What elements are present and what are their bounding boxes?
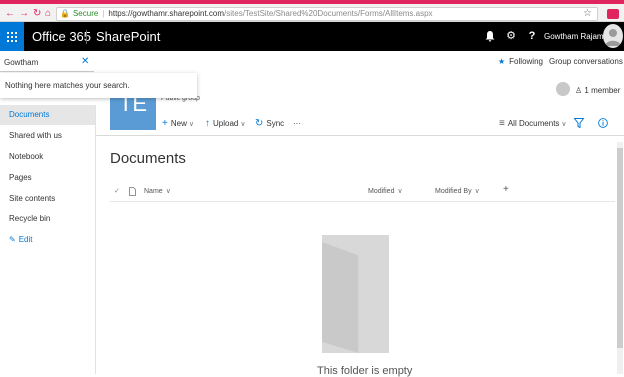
column-header-modified[interactable]: Modified ∨ [368, 187, 403, 197]
suite-bar: Office 365 SharePoint ⚙ ? Gowtham Rajama… [0, 22, 624, 51]
pencil-icon: ✎ [9, 235, 16, 244]
chevron-down-icon: ∨ [240, 121, 246, 128]
view-selector[interactable]: ≡ All Documents ∨ [499, 118, 567, 131]
star-icon: ★ [498, 57, 506, 66]
url-host: https://gowthamr.sharepoint.com [108, 9, 225, 18]
reload-icon[interactable]: ↻ [33, 9, 41, 19]
gear-icon[interactable]: ⚙ [501, 22, 521, 51]
nav-item-pages[interactable]: Pages [0, 168, 95, 188]
sync-icon: ↻ [255, 118, 264, 129]
info-icon [598, 118, 608, 128]
sync-button[interactable]: ↻ Sync [255, 118, 284, 130]
back-icon[interactable]: ← [5, 9, 15, 19]
nav-item-shared-with-us[interactable]: Shared with us [0, 126, 95, 146]
app-launcher-button[interactable] [0, 22, 24, 51]
browser-toolbar: ← → ↻ ⌂ 🔒 Secure | https://gowthamr.shar… [0, 4, 624, 22]
group-conversations-link[interactable]: Group conversations ↗ [549, 57, 624, 66]
secure-label: Secure [72, 9, 99, 18]
nav-item-documents[interactable]: Documents [0, 105, 95, 125]
waffle-icon [7, 31, 17, 42]
command-bar: + New ∨ ↑ Upload ∨ ↻ Sync ··· ≡ All Documents ∨ [96, 113, 624, 136]
new-button[interactable]: + New ∨ [162, 118, 194, 131]
suite-divider [86, 30, 87, 44]
upload-icon: ↑ [205, 118, 210, 129]
scrollbar-thumb[interactable] [617, 148, 623, 348]
office365-link[interactable]: Office 365 [32, 22, 91, 51]
chevron-down-icon: ∨ [397, 188, 403, 195]
close-icon[interactable]: ✕ [81, 57, 89, 67]
follow-button[interactable]: ★ Following [498, 57, 543, 66]
chevron-down-icon: ∨ [561, 121, 567, 128]
chevron-down-icon: ∨ [188, 121, 194, 128]
home-icon[interactable]: ⌂ [45, 9, 51, 19]
nav-item-recycle-bin[interactable]: Recycle bin [0, 209, 95, 229]
search-value: Gowtham [4, 58, 39, 67]
members-link[interactable]: ♙ 1 member [575, 86, 620, 95]
nav-item-notebook[interactable]: Notebook [0, 147, 95, 167]
view-lines-icon: ≡ [499, 118, 505, 129]
nav-edit-label: Edit [18, 235, 33, 244]
empty-folder-message: This folder is empty [317, 365, 413, 377]
lock-icon: 🔒 [60, 9, 70, 18]
left-navigation: Documents Shared with us Notebook Pages … [0, 105, 96, 374]
file-type-icon [129, 187, 136, 200]
nav-edit-link[interactable]: ✎ Edit [0, 230, 95, 250]
upload-button[interactable]: ↑ Upload ∨ [205, 118, 245, 131]
follow-label: Following [509, 57, 543, 66]
chevron-down-icon: ∨ [165, 188, 171, 195]
filter-button[interactable] [573, 118, 585, 132]
more-button[interactable]: ··· [293, 118, 301, 130]
bell-icon[interactable] [480, 22, 500, 51]
nav-item-site-contents[interactable]: Site contents [0, 189, 95, 209]
person-icon: ♙ [575, 86, 583, 95]
column-header-modified-by[interactable]: Modified By ∨ [435, 187, 480, 197]
page-title: Documents [110, 150, 186, 167]
filter-icon [573, 118, 585, 129]
chevron-down-icon: ∨ [474, 188, 480, 195]
search-input[interactable]: Gowtham [0, 54, 94, 72]
plus-icon: + [162, 118, 168, 129]
group-conversations-label: Group conversations [549, 57, 623, 66]
address-bar[interactable]: 🔒 Secure | https://gowthamr.sharepoint.c… [56, 7, 598, 21]
list-header: ✓ Name ∨ Modified ∨ Modified By ∨ + [110, 183, 615, 202]
url-path: /sites/TestSite/Shared%20Documents/Forms… [224, 9, 433, 18]
search-results-dropdown: Nothing here matches your search. [0, 73, 197, 98]
select-all-checkbox[interactable]: ✓ [114, 187, 120, 197]
column-header-name[interactable]: Name ∨ [144, 187, 171, 197]
member-avatar[interactable] [556, 82, 570, 96]
sharepoint-link[interactable]: SharePoint [96, 22, 160, 51]
info-button[interactable] [598, 118, 608, 132]
extension-icon[interactable] [607, 9, 619, 19]
forward-icon[interactable]: → [19, 9, 29, 19]
no-results-message: Nothing here matches your search. [5, 81, 130, 90]
bookmark-star-icon[interactable]: ☆ [583, 9, 592, 19]
avatar[interactable] [603, 24, 623, 48]
members-label: 1 member [584, 86, 621, 95]
address-separator: | [102, 9, 105, 18]
add-column-button[interactable]: + [503, 185, 509, 195]
help-icon[interactable]: ? [522, 22, 542, 51]
